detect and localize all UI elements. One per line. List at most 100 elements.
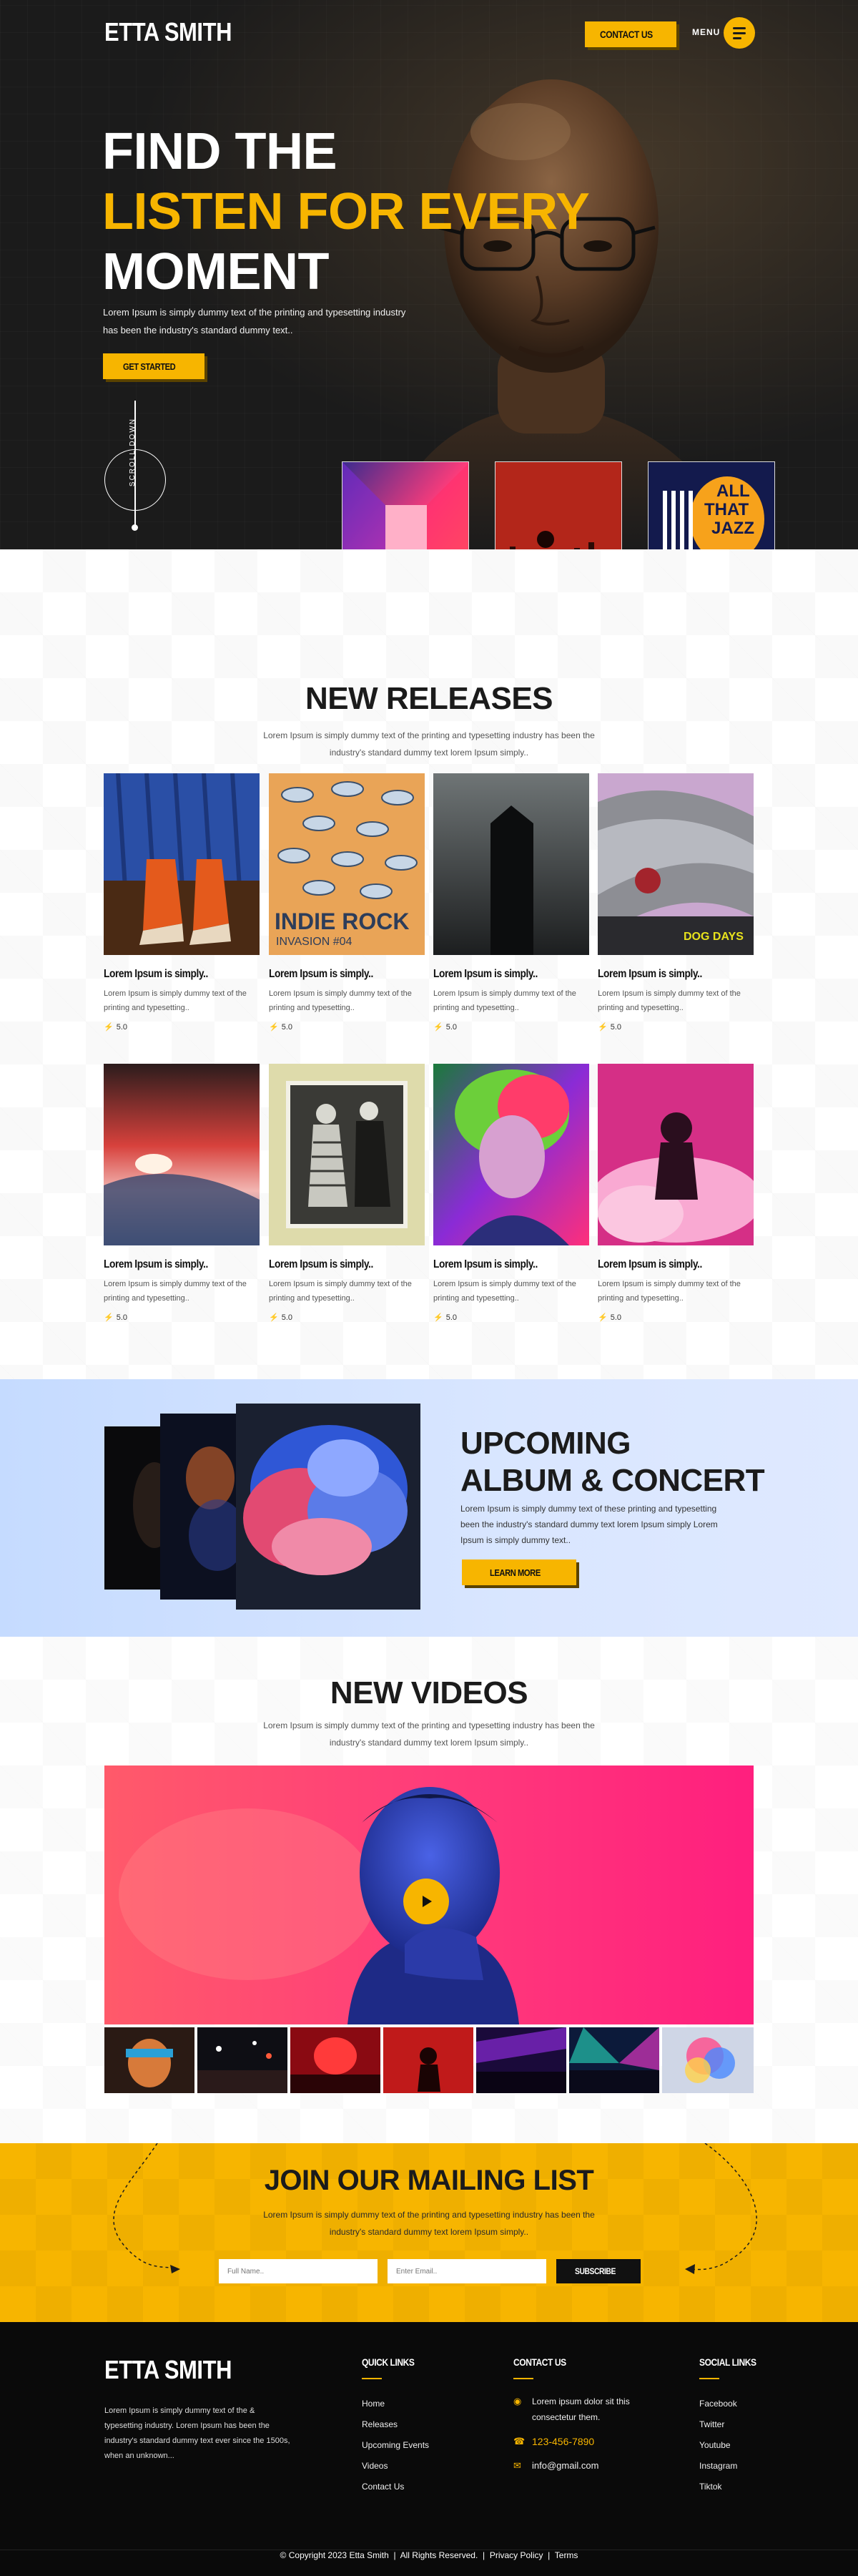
release-card-title[interactable]: Lorem Ipsum is simply..: [269, 968, 373, 981]
social-link-twitter[interactable]: Twitter: [699, 2414, 766, 2435]
release-card-title[interactable]: Lorem Ipsum is simply..: [433, 968, 538, 981]
release-card[interactable]: Lorem Ipsum is simply.. Lorem Ipsum is s…: [433, 1064, 589, 1322]
separator: |: [480, 2550, 488, 2560]
svg-text:ALL: ALL: [716, 481, 750, 501]
release-card-title[interactable]: Lorem Ipsum is simply..: [433, 1258, 538, 1271]
bolt-icon: ⚡: [104, 1023, 114, 1032]
video-thumbnail[interactable]: [662, 2027, 754, 2093]
contact-phone[interactable]: ☎ 123-456-7890: [513, 2434, 656, 2449]
release-card-title[interactable]: Lorem Ipsum is simply..: [269, 1258, 373, 1271]
release-cover-image[interactable]: [433, 1064, 589, 1245]
new-releases-section: NEW RELEASES Lorem Ipsum is simply dummy…: [0, 549, 858, 1379]
release-cover-text: DOG DAYS: [684, 931, 744, 943]
contact-email[interactable]: ✉ info@gmail.com: [513, 2458, 656, 2474]
footer-link-videos[interactable]: Videos: [362, 2456, 429, 2477]
footer-link-home[interactable]: Home: [362, 2394, 429, 2414]
release-card-title[interactable]: Lorem Ipsum is simply..: [104, 968, 208, 981]
bolt-icon: ⚡: [433, 1023, 443, 1032]
mailing-subtitle: Lorem Ipsum is simply dummy text of the …: [263, 2210, 595, 2237]
release-rating-value: 5.0: [281, 1313, 292, 1322]
release-card[interactable]: DOG DAYS Lorem Ipsum is simply.. Lorem I…: [598, 773, 754, 1032]
social-link-facebook[interactable]: Facebook: [699, 2394, 766, 2414]
release-rating-value: 5.0: [116, 1313, 127, 1322]
release-rating: ⚡ 5.0: [433, 1313, 589, 1323]
release-rating: ⚡ 5.0: [104, 1022, 260, 1032]
release-card[interactable]: Lorem Ipsum is simply.. Lorem Ipsum is s…: [104, 1064, 260, 1322]
video-thumbnail[interactable]: [569, 2027, 659, 2093]
release-card-title[interactable]: Lorem Ipsum is simply..: [598, 1258, 702, 1271]
video-thumbnail[interactable]: [104, 2027, 194, 2093]
video-thumbnail[interactable]: [476, 2027, 566, 2093]
release-card[interactable]: Lorem Ipsum is simply.. Lorem Ipsum is s…: [433, 773, 589, 1032]
learn-more-button[interactable]: LEARN MORE: [462, 1559, 576, 1585]
bolt-icon: ⚡: [598, 1023, 608, 1032]
contact-email-text[interactable]: info@gmail.com: [532, 2458, 598, 2474]
heading-underline: [699, 2378, 719, 2379]
scroll-down-label[interactable]: SCROLL DOWN: [129, 418, 137, 486]
play-button[interactable]: [403, 1879, 449, 1924]
hero-title-line3: MOMENT: [102, 243, 329, 300]
subscribe-button[interactable]: SUBSCRIBE: [556, 2259, 641, 2283]
release-rating-value: 5.0: [610, 1313, 621, 1322]
release-cover-text: INDIE ROCK: [275, 909, 410, 934]
release-card-desc: Lorem Ipsum is simply dummy text of the …: [433, 1280, 576, 1303]
svg-text:THAT: THAT: [704, 500, 749, 519]
upcoming-title-line1: UPCOMING: [460, 1426, 631, 1461]
learn-more-label: LEARN MORE: [489, 1567, 541, 1578]
release-card-desc: Lorem Ipsum is simply dummy text of the …: [598, 1280, 741, 1303]
contact-phone-text[interactable]: 123-456-7890: [532, 2434, 594, 2449]
release-card[interactable]: Lorem Ipsum is simply.. Lorem Ipsum is s…: [104, 773, 260, 1032]
release-cover-image[interactable]: [104, 1064, 260, 1245]
scroll-dot: [132, 524, 138, 531]
upcoming-title: UPCOMING ALBUM & CONCERT: [460, 1425, 765, 1499]
release-card[interactable]: INDIE ROCK INVASION #04 Lorem Ipsum is s…: [269, 773, 425, 1032]
video-thumbnail[interactable]: [290, 2027, 380, 2093]
rights-text: All Rights Reserved.: [400, 2550, 478, 2560]
release-card-desc: Lorem Ipsum is simply dummy text of the …: [269, 989, 412, 1012]
footer-link-contact-us[interactable]: Contact Us: [362, 2477, 429, 2497]
get-started-button[interactable]: GET STARTED: [103, 353, 204, 379]
release-card-desc: Lorem Ipsum is simply dummy text of the …: [433, 989, 576, 1012]
separator: |: [391, 2550, 398, 2560]
release-rating-value: 5.0: [445, 1022, 457, 1032]
release-card-title[interactable]: Lorem Ipsum is simply..: [598, 968, 702, 981]
video-thumbnail[interactable]: [197, 2027, 287, 2093]
release-cover-image[interactable]: INDIE ROCK INVASION #04: [269, 773, 425, 955]
release-cover-image[interactable]: DOG DAYS: [598, 773, 754, 955]
brand-logo[interactable]: ETTA SMITH: [104, 17, 232, 47]
play-icon: [423, 1896, 432, 1907]
upcoming-image-front[interactable]: [236, 1404, 420, 1610]
release-card[interactable]: Lorem Ipsum is simply.. Lorem Ipsum is s…: [269, 1064, 425, 1322]
release-cover-image[interactable]: [269, 1064, 425, 1245]
videos-subtitle: Lorem Ipsum is simply dummy text of the …: [263, 1720, 595, 1748]
footer-link-releases[interactable]: Releases: [362, 2414, 429, 2435]
release-rating: ⚡ 5.0: [598, 1313, 754, 1323]
privacy-policy-link[interactable]: Privacy Policy: [490, 2550, 543, 2560]
release-card-desc: Lorem Ipsum is simply dummy text of the …: [104, 1280, 247, 1303]
terms-link[interactable]: Terms: [555, 2550, 578, 2560]
release-card-title[interactable]: Lorem Ipsum is simply..: [104, 1258, 208, 1271]
release-rating: ⚡ 5.0: [104, 1313, 260, 1323]
release-rating-value: 5.0: [445, 1313, 457, 1322]
release-cover-image[interactable]: [598, 1064, 754, 1245]
social-link-instagram[interactable]: Instagram: [699, 2456, 766, 2477]
bolt-icon: ⚡: [269, 1313, 279, 1322]
bolt-icon: ⚡: [598, 1313, 608, 1322]
footer-link-upcoming-events[interactable]: Upcoming Events: [362, 2435, 429, 2456]
contact-address: ◉ Lorem ipsum dolor sit this consectetur…: [513, 2394, 656, 2425]
contact-us-label: CONTACT US: [600, 29, 653, 40]
menu-label[interactable]: MENU: [692, 27, 720, 37]
footer: ETTA SMITH Lorem Ipsum is simply dummy t…: [0, 2322, 858, 2576]
upcoming-description: Lorem Ipsum is simply dummy text of thes…: [460, 1504, 718, 1545]
footer-brand[interactable]: ETTA SMITH: [104, 2355, 232, 2385]
video-thumbnail[interactable]: [383, 2027, 473, 2093]
release-cover-image[interactable]: [104, 773, 260, 955]
social-link-tiktok[interactable]: Tiktok: [699, 2477, 766, 2497]
social-link-youtube[interactable]: Youtube: [699, 2435, 766, 2456]
email-input[interactable]: [388, 2259, 546, 2283]
social-links-title: SOCIAL LINKS: [699, 2356, 756, 2368]
release-card[interactable]: Lorem Ipsum is simply.. Lorem Ipsum is s…: [598, 1064, 754, 1322]
new-videos-section: NEW VIDEOS Lorem Ipsum is simply dummy t…: [0, 1637, 858, 2143]
full-name-input[interactable]: [219, 2259, 378, 2283]
release-cover-image[interactable]: [433, 773, 589, 955]
